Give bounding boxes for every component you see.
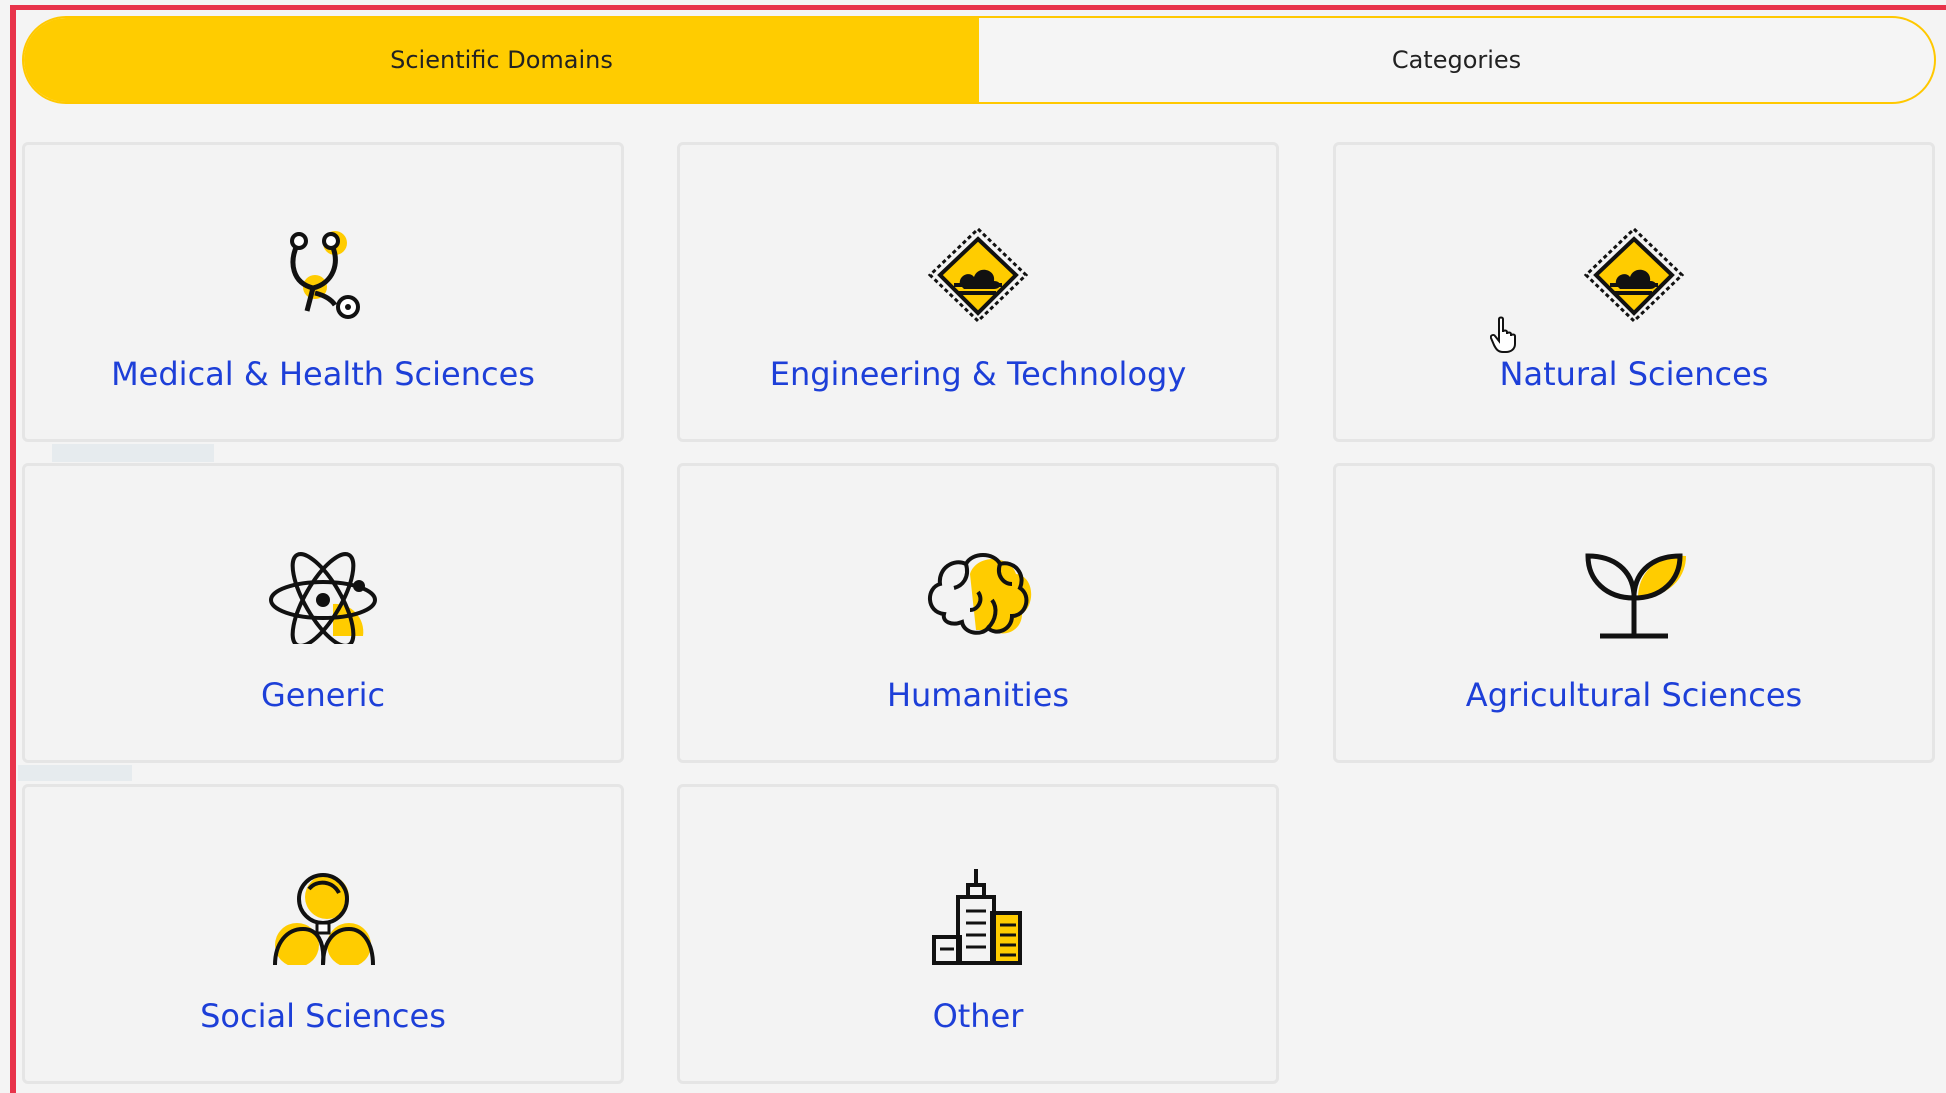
stethoscope-icon xyxy=(263,223,383,323)
selection-border-top xyxy=(10,5,1946,10)
buildings-icon xyxy=(918,865,1038,965)
domain-card-other[interactable]: Other xyxy=(677,784,1279,1084)
domain-label: Agricultural Sciences xyxy=(1465,676,1803,714)
domain-label: Social Sciences xyxy=(200,997,446,1035)
domain-card-medical-health[interactable]: Medical & Health Sciences xyxy=(22,142,624,442)
background-fragment xyxy=(52,444,214,462)
domain-card-humanities[interactable]: Humanities xyxy=(677,463,1279,763)
sprout-icon xyxy=(1574,544,1694,644)
people-icon xyxy=(263,865,383,965)
hand-cursor-icon xyxy=(1489,316,1520,354)
domain-label: Generic xyxy=(260,676,386,714)
domain-card-natural-sciences[interactable]: Natural Sciences xyxy=(1333,142,1935,442)
domain-label: Other xyxy=(932,997,1024,1035)
domain-label: Medical & Health Sciences xyxy=(111,355,535,393)
domain-label: Humanities xyxy=(886,676,1070,714)
domain-card-generic[interactable]: Generic xyxy=(22,463,624,763)
domain-card-social-sciences[interactable]: Social Sciences xyxy=(22,784,624,1084)
atom-icon xyxy=(263,544,383,644)
domain-label: Engineering & Technology xyxy=(769,355,1187,393)
background-fragment xyxy=(18,765,132,781)
domain-card-engineering-technology[interactable]: Engineering & Technology xyxy=(677,142,1279,442)
tab-categories[interactable]: Categories xyxy=(979,18,1934,102)
page: Scientific Domains Categories Medical & … xyxy=(0,0,1946,1093)
domain-card-agricultural-sciences[interactable]: Agricultural Sciences xyxy=(1333,463,1935,763)
chip-cloud-icon xyxy=(918,223,1038,323)
tab-switcher: Scientific Domains Categories xyxy=(22,16,1936,104)
selection-border-left xyxy=(10,6,16,1093)
tab-scientific-domains[interactable]: Scientific Domains xyxy=(24,18,979,102)
domain-label: Natural Sciences xyxy=(1499,355,1769,393)
brain-icon xyxy=(918,544,1038,644)
chip-cloud-icon xyxy=(1574,223,1694,323)
